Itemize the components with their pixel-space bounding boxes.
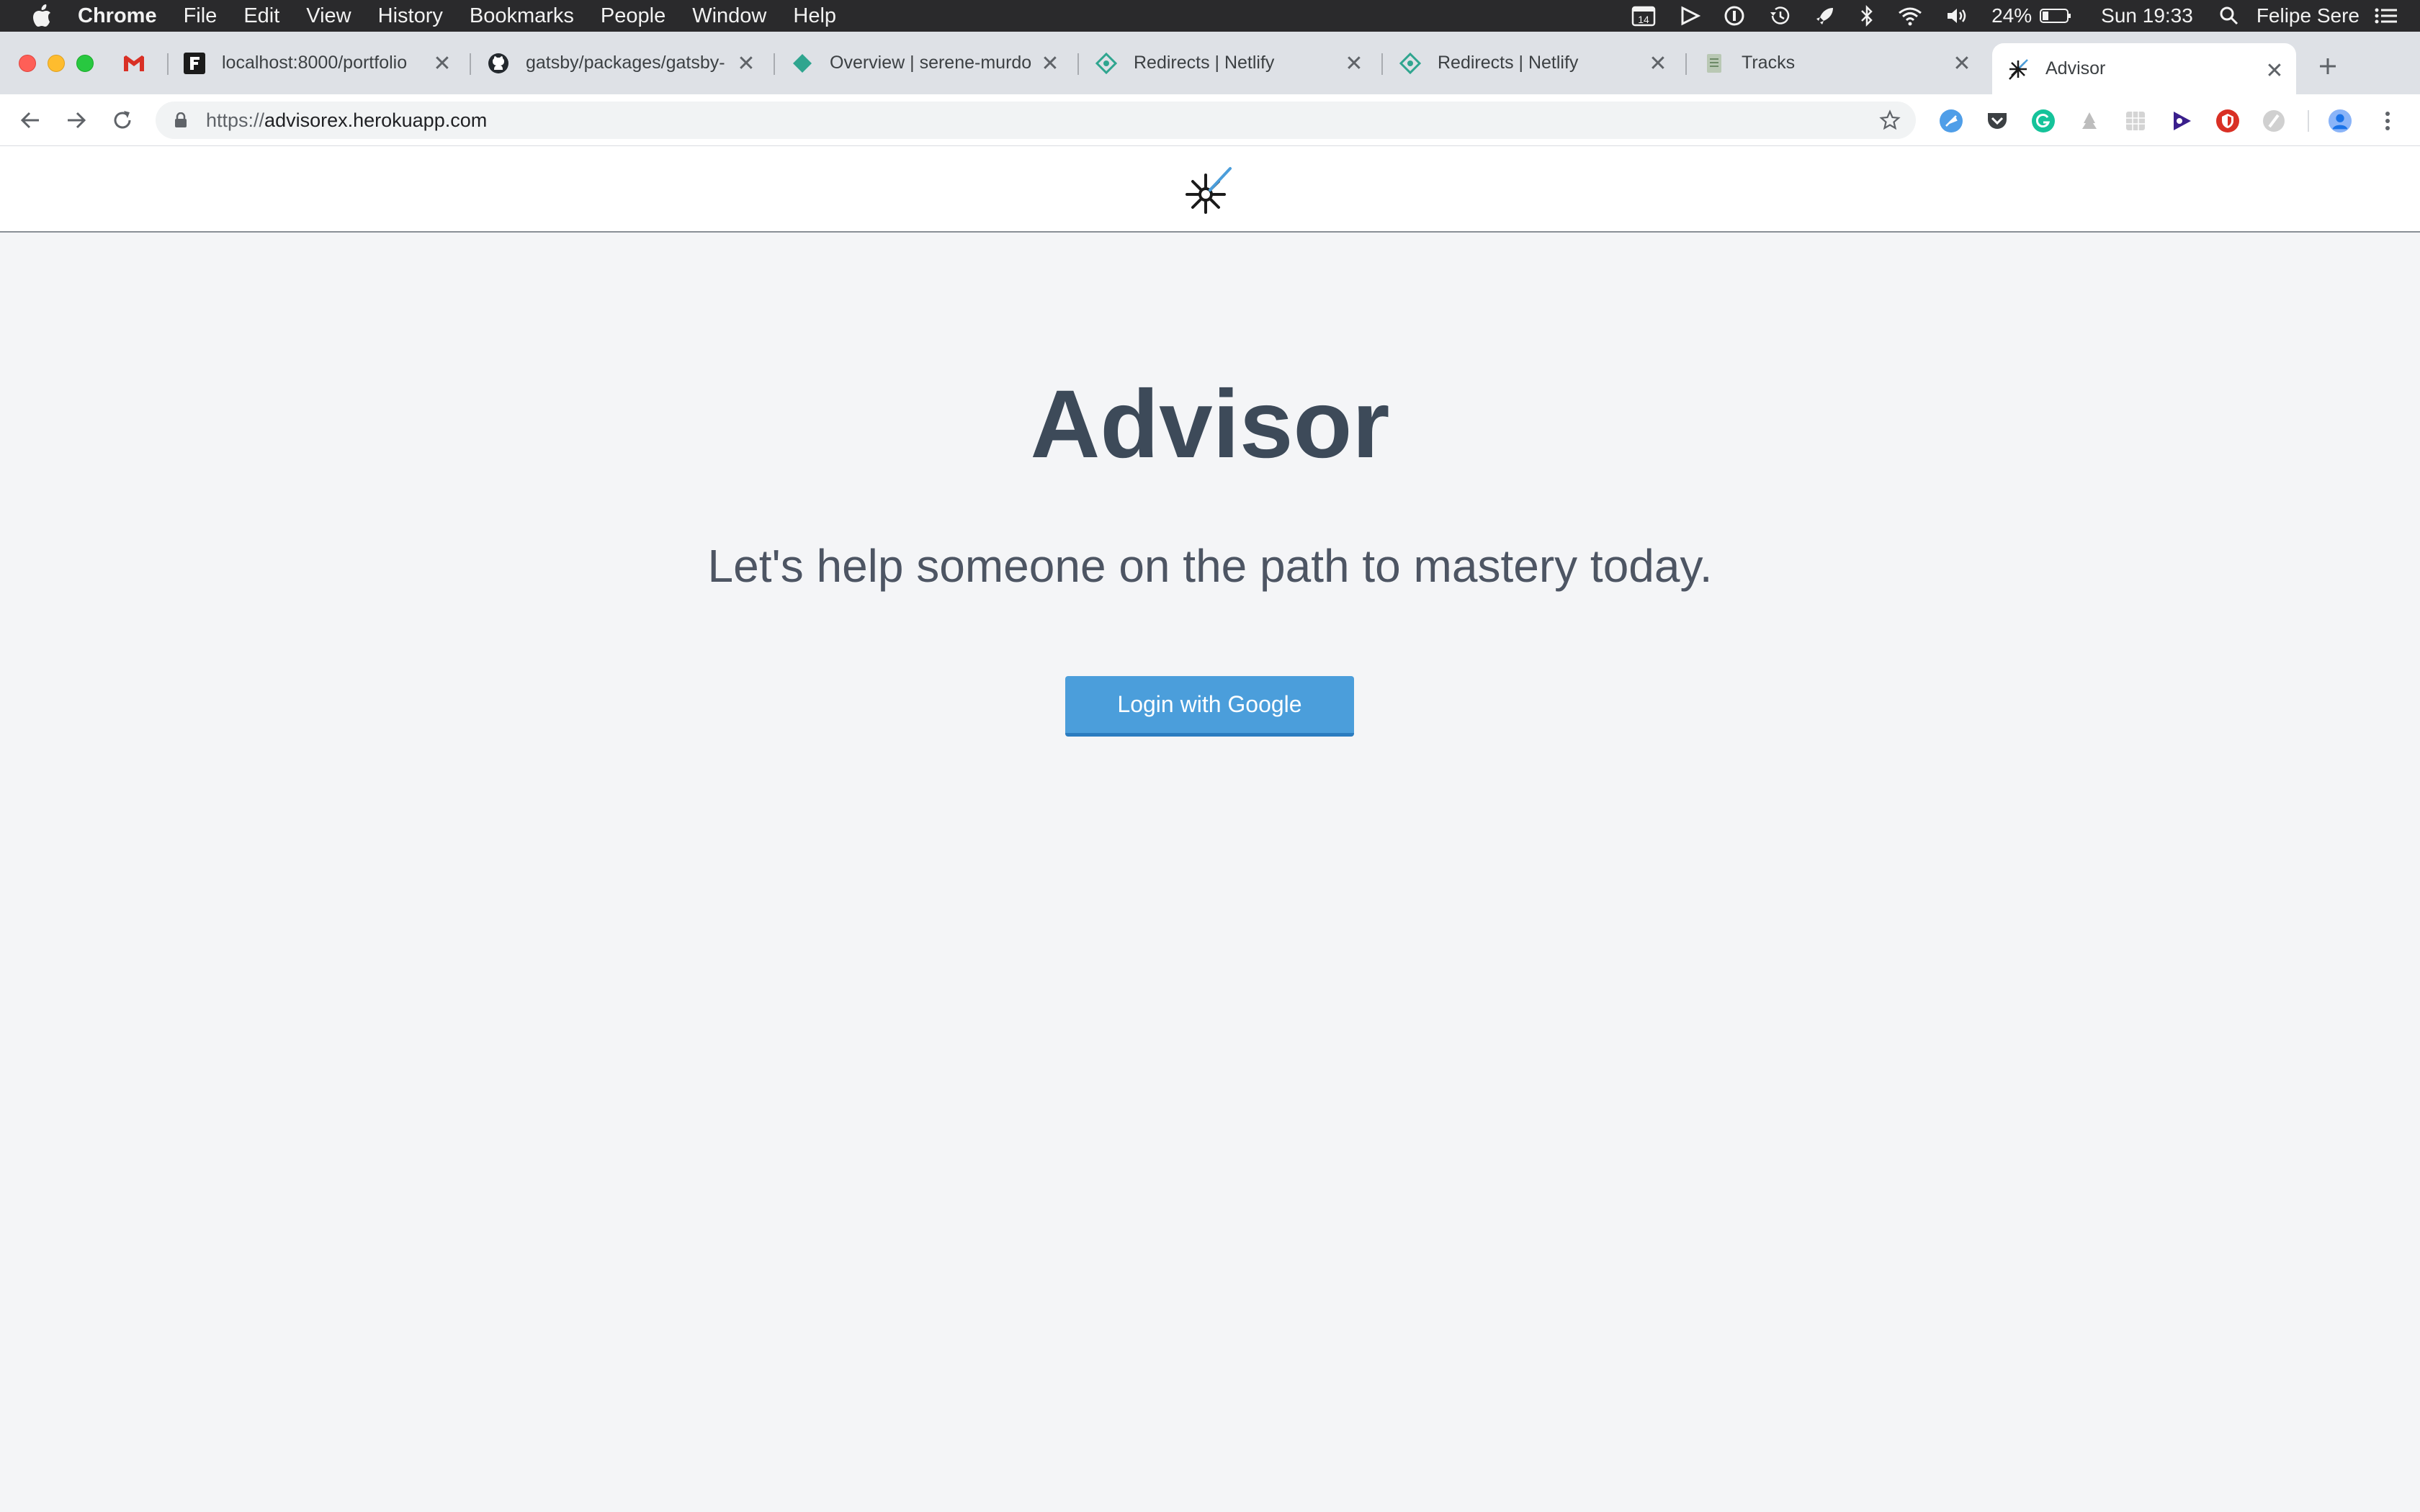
address-bar[interactable]: https://advisorex.herokuapp.com: [156, 102, 1916, 139]
pocket-icon[interactable]: [1985, 109, 2009, 133]
apple-menu-icon[interactable]: [26, 4, 58, 27]
close-tab-icon[interactable]: ✕: [1344, 52, 1364, 76]
close-tab-icon[interactable]: ✕: [1040, 52, 1060, 76]
spotlight-search-icon[interactable]: [2219, 6, 2239, 26]
extension-red-shield-icon[interactable]: [2215, 109, 2240, 133]
url-scheme: https://: [206, 109, 265, 131]
advisor-logo-icon[interactable]: [1178, 161, 1236, 218]
tab-separator: [167, 53, 169, 75]
tab-netlify-redirects-2[interactable]: Redirects | Netlify ✕: [1399, 32, 1680, 94]
window-maximize-button[interactable]: [76, 55, 94, 72]
menu-help[interactable]: Help: [793, 4, 836, 28]
extension-feather-icon[interactable]: [1939, 109, 1963, 133]
window-minimize-button[interactable]: [48, 55, 65, 72]
netlify-icon: [1399, 52, 1422, 75]
menu-view[interactable]: View: [306, 4, 351, 28]
calendar-date: 14: [1638, 14, 1649, 25]
macos-menu-bar: Chrome File Edit View History Bookmarks …: [0, 0, 2420, 32]
window-close-button[interactable]: [19, 55, 36, 72]
menubar-status-area: 14 24% Sun 19:33 Felipe Sere: [1608, 0, 2398, 32]
extension-grid-icon[interactable]: [2123, 109, 2148, 133]
page-subtitle: Let's help someone on the path to master…: [707, 540, 1713, 592]
tab-separator: [470, 53, 471, 75]
new-tab-button[interactable]: [2312, 50, 2344, 82]
wifi-icon[interactable]: [1898, 6, 1922, 26]
back-icon[interactable]: [16, 106, 45, 135]
tab-title: localhost:8000/portfolio: [222, 53, 408, 73]
battery-percent: 24%: [1991, 4, 2033, 27]
clock[interactable]: Sun 19:33: [2101, 4, 2193, 27]
tab-title: Tracks: [1742, 53, 1796, 73]
sheet-icon: [1703, 52, 1726, 75]
extension-play-icon[interactable]: [2169, 109, 2194, 133]
close-tab-icon[interactable]: ✕: [1952, 52, 1972, 76]
bookmark-star-icon[interactable]: [1878, 109, 1901, 132]
user-name[interactable]: Felipe Sere: [2257, 4, 2360, 27]
menu-app-name[interactable]: Chrome: [78, 4, 157, 28]
netlify-icon: [1095, 52, 1118, 75]
tab-title: Redirects | Netlify: [1438, 53, 1579, 73]
profile-avatar-icon[interactable]: [2328, 109, 2352, 133]
tab-gmail[interactable]: [122, 32, 166, 94]
page-title: Advisor: [1030, 371, 1390, 478]
gmail-icon: [122, 52, 145, 75]
url-host: advisorex.herokuapp.com: [264, 109, 488, 131]
extension-tree-icon[interactable]: [2077, 109, 2102, 133]
bluetooth-icon[interactable]: [1859, 5, 1875, 27]
tab-netlify-redirects-1[interactable]: Redirects | Netlify ✕: [1095, 32, 1376, 94]
browser-tab-strip: localhost:8000/portfolio ✕ gatsby/packag…: [0, 32, 2420, 94]
tab-separator: [1685, 53, 1687, 75]
password-manager-icon[interactable]: [1724, 5, 1745, 27]
menu-window[interactable]: Window: [692, 4, 766, 28]
rocket-icon[interactable]: [1814, 5, 1836, 27]
time-machine-icon[interactable]: [1768, 5, 1791, 27]
tab-github-gatsby[interactable]: gatsby/packages/gatsby- ✕: [487, 32, 768, 94]
advisor-logo-icon: [2007, 58, 2030, 81]
tab-title: Advisor: [2045, 58, 2106, 78]
menu-edit[interactable]: Edit: [243, 4, 279, 28]
tab-tracks[interactable]: Tracks ✕: [1703, 32, 1984, 94]
close-tab-icon[interactable]: ✕: [1648, 52, 1668, 76]
f-logo-icon: [183, 52, 206, 75]
login-with-google-button[interactable]: Login with Google: [1065, 676, 1354, 737]
forward-icon[interactable]: [62, 106, 91, 135]
toolbar-divider: [2308, 110, 2309, 132]
menu-people[interactable]: People: [601, 4, 666, 28]
tab-separator: [774, 53, 775, 75]
tab-netlify-overview[interactable]: Overview | serene-murdo ✕: [791, 32, 1072, 94]
site-header: [0, 146, 2420, 233]
menu-file[interactable]: File: [184, 4, 218, 28]
close-tab-icon[interactable]: ✕: [432, 52, 452, 76]
tab-title: gatsby/packages/gatsby-: [526, 53, 725, 73]
tab-advisor-active[interactable]: Advisor ✕: [1992, 43, 2296, 94]
extension-grey-icon[interactable]: [2262, 109, 2286, 133]
tab-localhost-portfolio[interactable]: localhost:8000/portfolio ✕: [183, 32, 464, 94]
github-icon: [487, 52, 510, 75]
lock-icon[interactable]: [174, 112, 192, 128]
browser-toolbar: https://advisorex.herokuapp.com: [0, 94, 2420, 146]
url-text[interactable]: https://advisorex.herokuapp.com: [206, 109, 487, 132]
reload-icon[interactable]: [108, 106, 137, 135]
tab-separator: [1077, 53, 1079, 75]
volume-icon[interactable]: [1945, 6, 1968, 26]
grammarly-icon[interactable]: [2031, 109, 2056, 133]
calendar-icon[interactable]: 14: [1631, 5, 1656, 27]
close-tab-icon[interactable]: ✕: [2264, 59, 2285, 83]
netlify-diamond-icon: [791, 52, 814, 75]
menu-bookmarks[interactable]: Bookmarks: [470, 4, 574, 28]
tab-title: Redirects | Netlify: [1134, 53, 1275, 73]
close-tab-icon[interactable]: ✕: [736, 52, 756, 76]
play-circle-icon[interactable]: [1679, 5, 1701, 27]
menu-history[interactable]: History: [378, 4, 443, 28]
tab-title: Overview | serene-murdo: [830, 53, 1032, 73]
notification-center-icon[interactable]: [2374, 6, 2398, 25]
battery-icon[interactable]: [2039, 7, 2072, 24]
tab-separator: [1381, 53, 1383, 75]
chrome-menu-icon[interactable]: [2375, 109, 2400, 133]
